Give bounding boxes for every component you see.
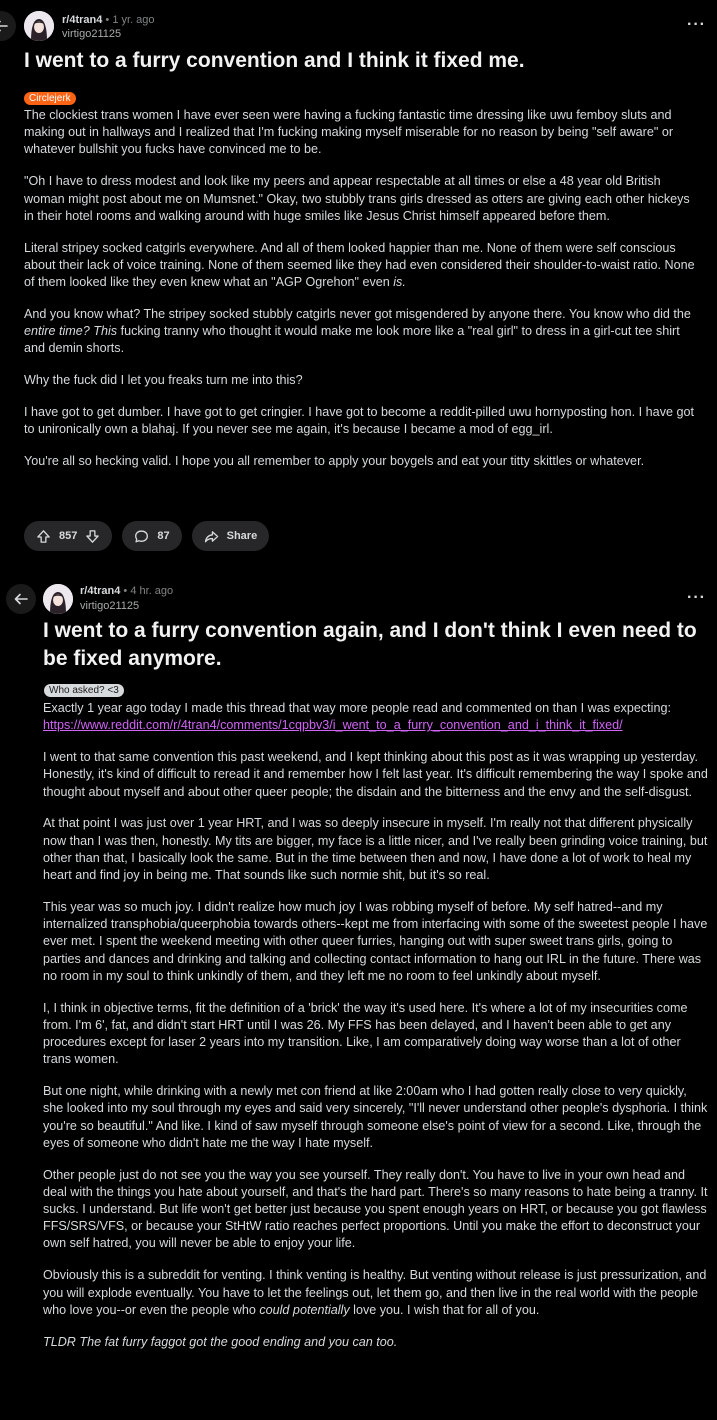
separator-dot: • xyxy=(123,585,128,597)
separator-dot: • xyxy=(105,14,110,26)
body-paragraph: Exactly 1 year ago today I made this thr… xyxy=(43,700,709,734)
intro-text: Exactly 1 year ago today I made this thr… xyxy=(43,701,671,715)
post-age: 1 yr. ago xyxy=(112,14,155,26)
emphasis-text: is. xyxy=(389,275,406,289)
body-paragraph: You're all so hecking valid. I hope you … xyxy=(24,454,645,469)
body-paragraph: I went to that same convention this past… xyxy=(43,750,708,799)
post-body: Exactly 1 year ago today I made this thr… xyxy=(43,700,709,1365)
comment-count: 87 xyxy=(157,530,170,542)
share-icon xyxy=(204,530,218,542)
ellipsis-icon[interactable]: ··· xyxy=(687,17,706,33)
body-paragraph: TLDR The fat furry faggot got the good e… xyxy=(43,1334,398,1349)
avatar-image xyxy=(43,584,73,614)
ellipsis-icon[interactable]: ··· xyxy=(687,590,706,606)
vote-count: 857 xyxy=(59,530,78,542)
emphasis-text: entire time? This xyxy=(24,324,118,339)
arrow-left-icon xyxy=(0,20,8,32)
post-card: r/4tran4 • 1 yr. ago virtigo21125 ··· I … xyxy=(0,0,717,575)
body-paragraph: This year was so much joy. I didn't real… xyxy=(43,899,708,983)
body-paragraph: At that point I was just over 1 year HRT… xyxy=(43,816,708,882)
body-paragraph: Literal stripey socked catgirls everywhe… xyxy=(24,240,695,289)
subreddit-link[interactable]: r/4tran4 xyxy=(80,585,120,597)
downvote-icon[interactable] xyxy=(85,529,100,544)
avatar[interactable] xyxy=(24,11,54,41)
emphasis-text: could potentially xyxy=(259,1302,350,1317)
subreddit-link[interactable]: r/4tran4 xyxy=(62,14,102,26)
body-paragraph: And you know what? The stripey socked st… xyxy=(24,306,691,356)
arrow-left-icon xyxy=(14,593,28,605)
post-body: The clockiest trans women I have ever se… xyxy=(24,107,702,485)
body-paragraph: Obviously this is a subreddit for ventin… xyxy=(43,1268,707,1317)
body-paragraph: The clockiest trans women I have ever se… xyxy=(24,108,674,157)
avatar-image xyxy=(24,11,54,41)
body-paragraph: Other people just do not see you the way… xyxy=(43,1167,708,1251)
body-paragraph: But one night, while drinking with a new… xyxy=(43,1084,708,1150)
upvote-icon[interactable] xyxy=(36,529,51,544)
post-title: I went to a furry convention again, and … xyxy=(43,619,697,670)
post-title: I went to a furry convention and I think… xyxy=(24,49,525,72)
body-paragraph: I, I think in objective terms, fit the d… xyxy=(43,1000,688,1067)
back-button[interactable] xyxy=(6,584,36,614)
vote-pill: 857 xyxy=(24,521,113,551)
comment-icon xyxy=(135,529,149,542)
username-link[interactable]: virtigo21125 xyxy=(62,28,121,41)
comments-button[interactable]: 87 xyxy=(122,521,182,551)
body-paragraph: Why the fuck did I let you freaks turn m… xyxy=(24,373,303,388)
body-paragraph: "Oh I have to dress modest and look like… xyxy=(24,174,690,223)
back-button[interactable] xyxy=(0,11,16,41)
post-flair[interactable]: Circlejerk xyxy=(24,92,76,105)
post-age: 4 hr. ago xyxy=(130,585,174,597)
post-actions: 857 87 Share xyxy=(24,521,270,551)
thread-link[interactable]: https://www.reddit.com/r/4tran4/comments… xyxy=(43,718,623,732)
post-card: r/4tran4 • 4 hr. ago virtigo21125 ··· I … xyxy=(0,575,717,1420)
post-flair[interactable]: Who asked? <3 xyxy=(44,684,124,697)
body-paragraph: I have got to get dumber. I have got to … xyxy=(24,405,694,437)
share-label: Share xyxy=(226,530,258,542)
share-button[interactable]: Share xyxy=(191,521,270,551)
avatar[interactable] xyxy=(43,584,73,614)
username-link[interactable]: virtigo21125 xyxy=(80,600,139,613)
